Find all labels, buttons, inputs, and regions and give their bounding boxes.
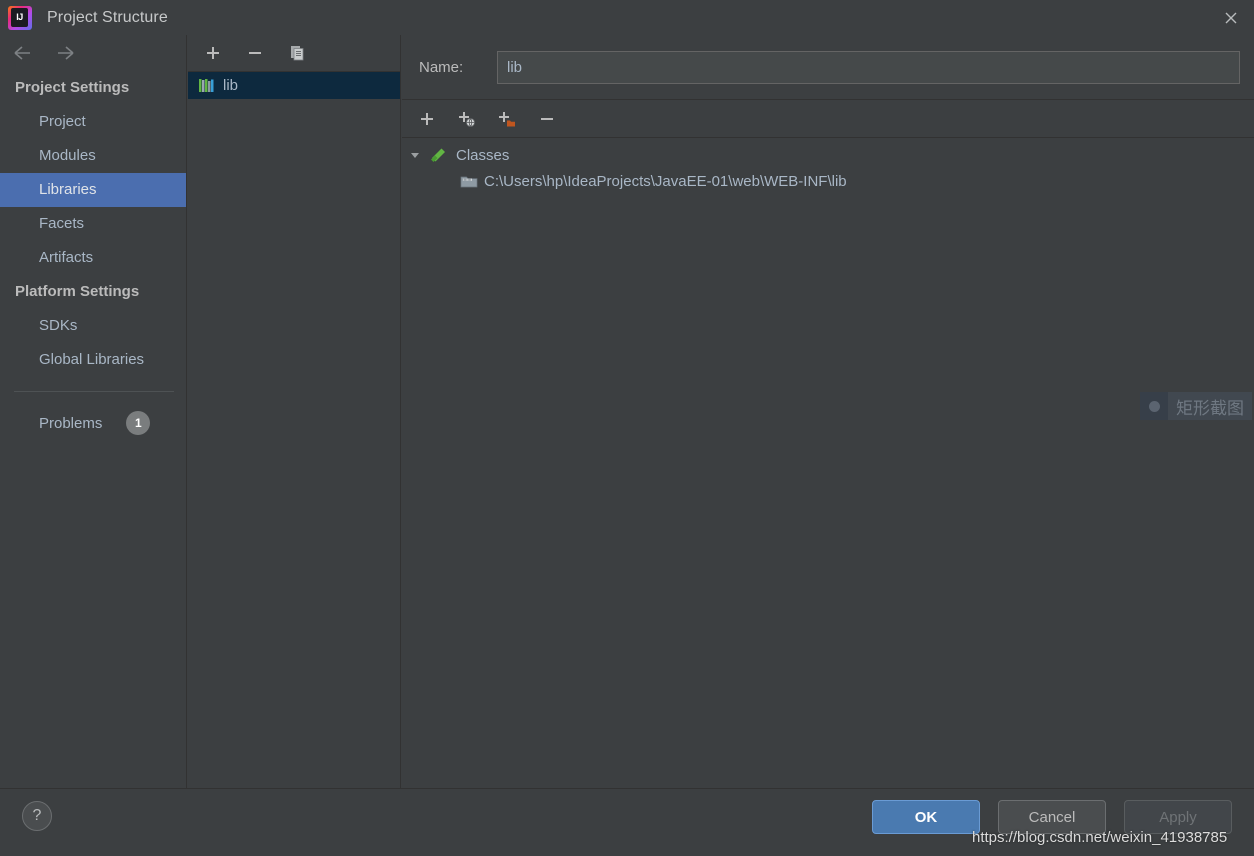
sidebar-group-project-settings: Project Settings xyxy=(15,79,130,96)
sidebar-item-label: Problems xyxy=(39,414,103,432)
name-input[interactable] xyxy=(497,50,1240,84)
arrow-right-icon[interactable] xyxy=(54,44,76,62)
settings-sidebar: Project Settings Project Modules Librari… xyxy=(0,35,187,788)
record-dot-icon[interactable] xyxy=(1140,392,1168,420)
window-title: Project Structure xyxy=(47,8,168,26)
problems-count-badge: 1 xyxy=(126,411,151,435)
tree-node-classpath[interactable]: C:\Users\hp\IdeaProjects\JavaEE-01\web\W… xyxy=(402,168,1254,194)
sidebar-item-artifacts[interactable]: Artifacts xyxy=(0,241,186,275)
project-structure-dialog: IJ Project Structure Project Settings Pr… xyxy=(0,0,1254,856)
snipping-tool-label: 矩形截图 xyxy=(1176,398,1244,419)
list-item-label: lib xyxy=(223,77,239,94)
plus-icon[interactable] xyxy=(416,108,438,130)
library-list-toolbar xyxy=(188,35,400,71)
sidebar-item-sdks[interactable]: SDKs xyxy=(0,309,186,343)
sidebar-item-libraries[interactable]: Libraries xyxy=(0,173,186,207)
close-icon[interactable] xyxy=(1208,0,1254,35)
sidebar-item-facets[interactable]: Facets xyxy=(0,207,186,241)
intellij-idea-logo: IJ xyxy=(8,5,32,30)
tree-node-label: Classes xyxy=(456,146,510,164)
sidebar-item-problems[interactable]: Problems 1 xyxy=(0,406,186,440)
logo-text: IJ xyxy=(11,7,28,27)
help-icon[interactable]: ? xyxy=(22,801,52,831)
copy-icon[interactable] xyxy=(286,42,308,64)
sidebar-item-global-libraries[interactable]: Global Libraries xyxy=(0,343,186,377)
classes-hammer-icon xyxy=(428,146,450,164)
title-bar: IJ Project Structure xyxy=(0,0,1254,35)
sidebar-group-platform-settings: Platform Settings xyxy=(15,283,140,300)
tree-node-label: C:\Users\hp\IdeaProjects\JavaEE-01\web\W… xyxy=(484,172,847,190)
library-list-pane: lib xyxy=(188,35,401,788)
archive-folder-icon xyxy=(460,174,478,189)
arrow-left-icon[interactable] xyxy=(12,44,34,62)
library-roots-tree: Classes C:\Users\hp\IdeaProjects\JavaEE-… xyxy=(402,137,1254,787)
snipping-tool-overlay[interactable]: 矩形截图 xyxy=(1140,392,1252,420)
library-list-body: lib xyxy=(188,71,400,787)
sidebar-divider xyxy=(14,391,174,392)
list-item[interactable]: lib xyxy=(188,72,400,99)
library-detail-pane: Name: lib Classes C:\Users\hp\IdeaProjec… xyxy=(402,35,1254,788)
name-label: Name: xyxy=(419,58,464,76)
minus-icon[interactable] xyxy=(244,42,266,64)
sidebar-item-modules[interactable]: Modules xyxy=(0,139,186,173)
plus-folder-icon[interactable] xyxy=(496,108,518,130)
plus-globe-icon[interactable] xyxy=(456,108,478,130)
tree-node-classes[interactable]: Classes xyxy=(402,142,1254,168)
watermark-url: https://blog.csdn.net/weixin_41938785 xyxy=(972,829,1228,846)
sidebar-item-project[interactable]: Project xyxy=(0,105,186,139)
navigation-arrows xyxy=(0,35,186,71)
library-roots-toolbar xyxy=(402,99,1254,137)
library-name-row: Name: xyxy=(402,35,1254,99)
plus-icon[interactable] xyxy=(202,42,224,64)
library-books-icon xyxy=(198,78,215,93)
ok-button[interactable]: OK xyxy=(872,800,980,834)
triangle-down-icon[interactable] xyxy=(408,148,422,162)
minus-icon[interactable] xyxy=(536,108,558,130)
